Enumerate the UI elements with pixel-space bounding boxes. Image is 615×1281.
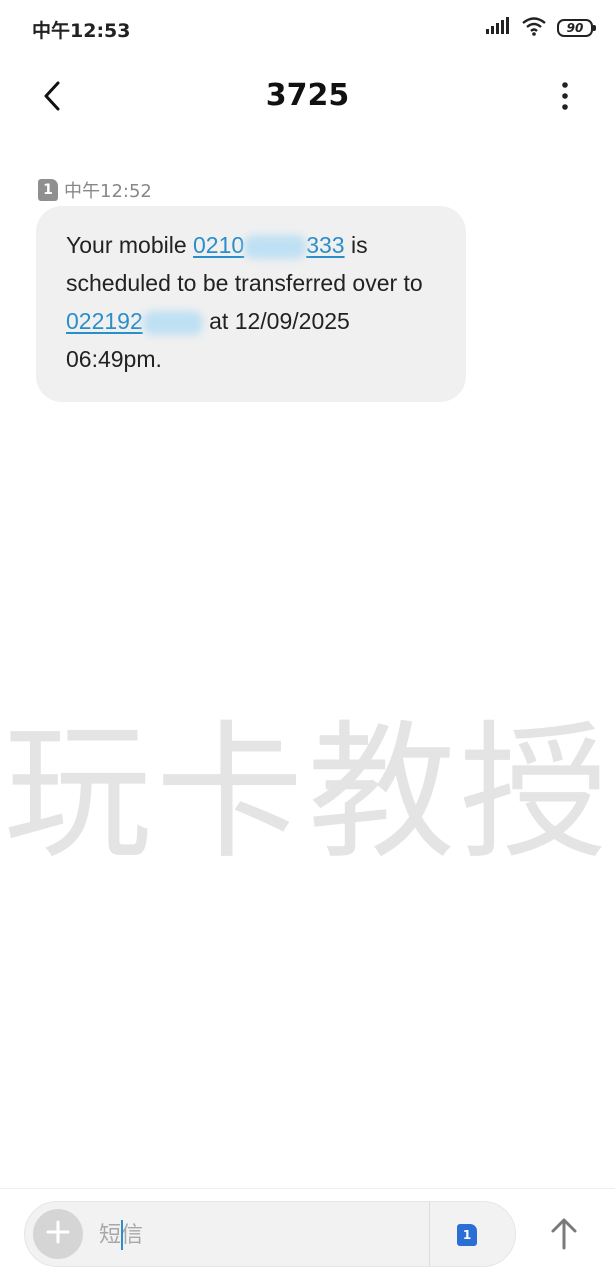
sim-card-icon: 1 [38, 179, 58, 201]
composer-pill: 1 [24, 1201, 516, 1267]
phone-link-1-end: 333 [306, 232, 345, 258]
phone-link-2-start: 022192 [66, 308, 143, 334]
composer-sim-slot: 1 [462, 1228, 472, 1242]
send-button[interactable] [540, 1211, 588, 1259]
contact-title: 3725 [265, 78, 350, 113]
signal-icon [485, 17, 511, 39]
redacted-digits [142, 310, 203, 335]
sim-select-button[interactable]: 1 [457, 1224, 477, 1246]
status-bar: 中午12:53 90 [0, 0, 615, 54]
message-input[interactable] [97, 1214, 421, 1256]
message-text-1: Your mobile [66, 232, 194, 258]
arrow-up-icon [549, 1216, 579, 1254]
plus-icon [45, 1219, 71, 1249]
battery-indicator: 90 [557, 19, 596, 37]
redacted-digits [244, 234, 307, 259]
watermark: 玩卡教授 [3, 707, 612, 879]
more-options-button[interactable] [545, 76, 585, 120]
status-icons: 90 [485, 16, 596, 40]
composer-bar: 1 [0, 1188, 615, 1281]
more-vertical-icon [561, 81, 569, 115]
composer-divider [429, 1202, 430, 1266]
phone-link-2[interactable]: 022192 [66, 308, 203, 335]
text-caret [121, 1220, 123, 1250]
message-meta: 1 中午12:52 [38, 177, 152, 203]
phone-link-1[interactable]: 0210 333 [193, 232, 345, 259]
status-time: 中午12:53 [32, 20, 131, 42]
wifi-icon [521, 16, 547, 40]
message-bubble[interactable]: Your mobile 0210 333 is scheduled to be t… [36, 206, 466, 402]
battery-level: 90 [566, 21, 584, 35]
message-timestamp: 中午12:52 [64, 181, 152, 202]
sim-slot-number: 1 [43, 182, 53, 198]
phone-link-1-start: 0210 [193, 232, 245, 258]
add-attachment-button[interactable] [33, 1209, 83, 1259]
conversation-header: 3725 [0, 60, 615, 136]
